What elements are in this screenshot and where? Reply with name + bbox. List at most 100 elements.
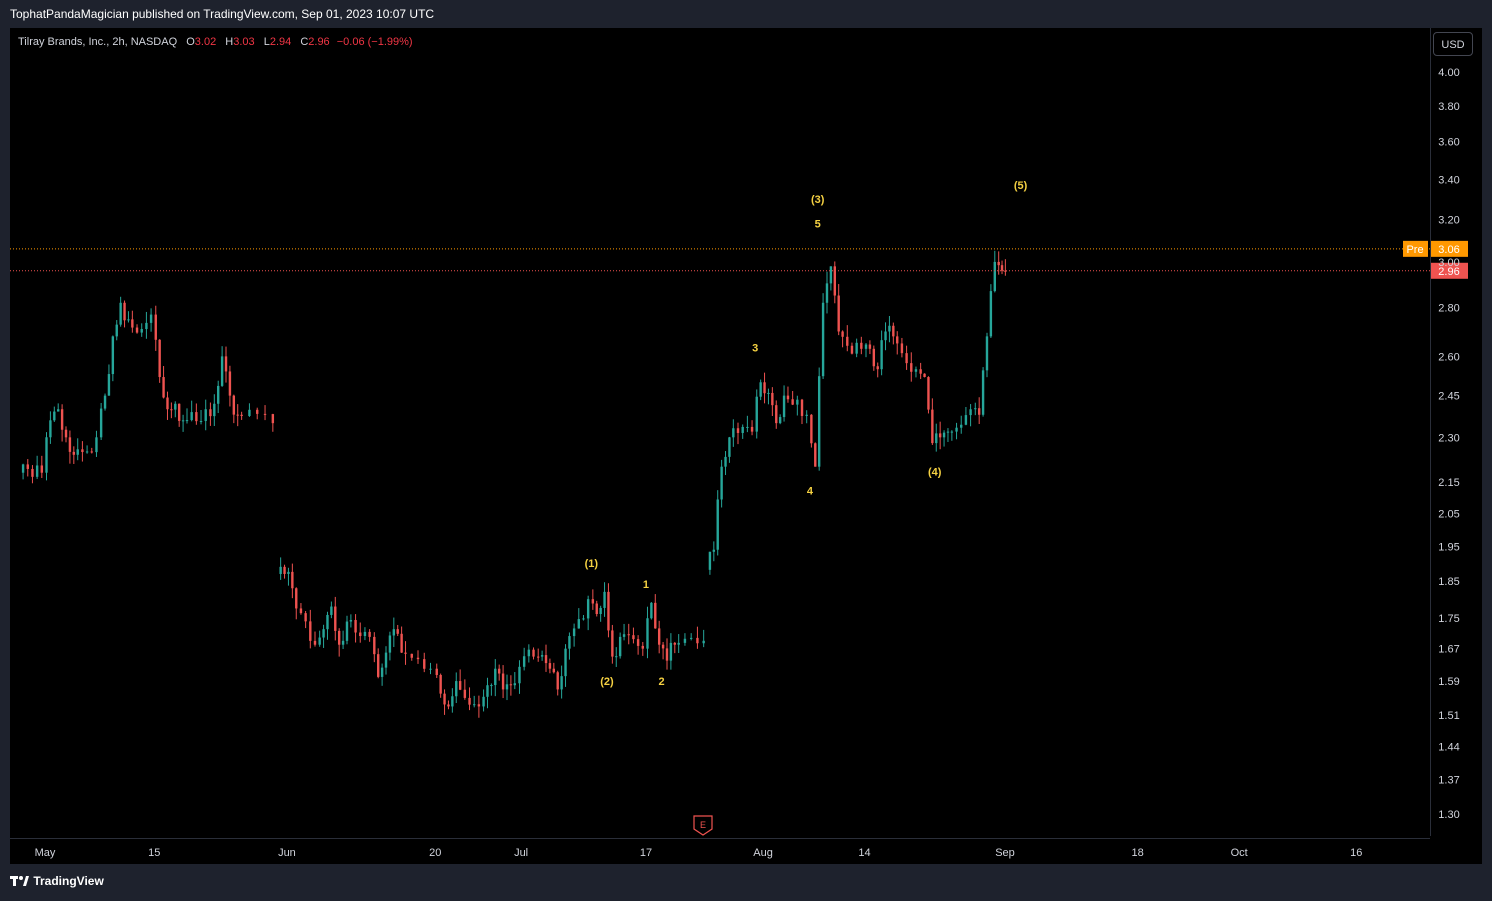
candle-body xyxy=(158,339,161,378)
candle-body xyxy=(154,314,157,340)
candle xyxy=(872,345,876,371)
candle-body xyxy=(767,392,770,394)
candle xyxy=(1004,259,1007,276)
candle-body xyxy=(64,429,68,438)
tradingview-brand: TradingView xyxy=(33,874,104,888)
candle-body xyxy=(127,319,130,321)
candle-body xyxy=(969,409,972,416)
candle xyxy=(665,638,669,670)
candle-body xyxy=(497,668,501,674)
candle-body xyxy=(905,353,908,364)
candle-body xyxy=(313,640,317,645)
candle xyxy=(443,689,446,715)
candle-body xyxy=(228,371,232,396)
candle-body xyxy=(810,414,813,444)
candle xyxy=(85,445,89,454)
candle xyxy=(974,402,977,416)
candle xyxy=(876,362,879,378)
candle-body xyxy=(81,449,84,453)
footer: TradingView xyxy=(0,864,1492,901)
close-value: 2.96 xyxy=(308,36,330,48)
candle-body xyxy=(800,399,804,416)
candle xyxy=(603,582,606,617)
candle xyxy=(304,610,307,629)
candle xyxy=(490,683,493,696)
candle xyxy=(892,322,895,345)
candle-body xyxy=(423,659,426,669)
wave-label: (5) xyxy=(1014,180,1028,192)
candle-body xyxy=(997,261,1000,266)
candle-body xyxy=(960,424,963,428)
candle xyxy=(977,397,981,424)
candle-body xyxy=(900,343,904,354)
candle-body xyxy=(123,302,126,321)
candle-body xyxy=(271,414,275,424)
candle-body xyxy=(309,621,312,641)
candle-body xyxy=(174,403,177,410)
candle-body xyxy=(736,428,740,433)
candlestick-chart[interactable]: Pre 3.062.96 (1)(2)1234(3)5(4)(5) 4.003.8… xyxy=(0,0,1492,901)
candle xyxy=(673,641,676,654)
candle xyxy=(107,364,111,396)
candle xyxy=(985,332,989,378)
candle-body xyxy=(702,640,705,644)
candle-body xyxy=(388,635,392,653)
candle xyxy=(888,315,891,343)
candle xyxy=(540,650,544,661)
candle-body xyxy=(363,631,367,637)
candle-body xyxy=(392,629,396,636)
candle-body xyxy=(349,619,353,622)
candle xyxy=(750,420,754,436)
price-scale[interactable] xyxy=(1430,28,1482,836)
candle-body xyxy=(458,681,462,690)
candle-body xyxy=(950,431,954,433)
candle-body xyxy=(494,668,497,686)
candle xyxy=(522,647,526,671)
candle xyxy=(31,465,34,484)
candle xyxy=(841,330,844,348)
candle-body xyxy=(240,414,243,416)
candle xyxy=(868,340,872,355)
earnings-marker[interactable]: E xyxy=(693,815,713,836)
candle xyxy=(103,393,107,411)
candle xyxy=(111,335,115,382)
candle-body xyxy=(759,382,762,397)
candle-body xyxy=(326,614,329,630)
candle-body xyxy=(964,415,968,425)
candle-body xyxy=(595,603,598,614)
candle xyxy=(548,658,552,674)
candle-body xyxy=(993,261,996,292)
candle-body xyxy=(977,408,981,415)
candle xyxy=(564,644,567,687)
candle-body xyxy=(287,571,290,574)
high-value: 3.03 xyxy=(233,36,255,48)
symbol-legend: Tilray Brands, Inc., 2h, NASDAQ O3.02 H3… xyxy=(18,34,413,50)
candle-body xyxy=(880,340,883,370)
candle xyxy=(410,653,413,661)
candle xyxy=(864,343,868,358)
candle-body xyxy=(473,704,476,706)
candle xyxy=(716,490,719,556)
currency-button[interactable]: USD xyxy=(1433,32,1473,56)
candle xyxy=(611,624,614,664)
candle xyxy=(829,266,833,291)
candle-body xyxy=(90,451,93,453)
candle xyxy=(236,404,239,427)
candle-body xyxy=(337,630,341,645)
candle-body xyxy=(384,652,388,668)
candle xyxy=(654,594,657,629)
candles-layer xyxy=(21,250,1007,718)
candle xyxy=(746,415,749,433)
candle xyxy=(199,409,203,425)
time-scale[interactable] xyxy=(10,838,1430,864)
candle-body xyxy=(21,464,25,473)
candle xyxy=(981,367,985,417)
wave-label: 1 xyxy=(643,579,649,591)
candle xyxy=(131,310,134,333)
candle-body xyxy=(40,465,44,473)
candle xyxy=(309,609,312,649)
candle xyxy=(728,436,731,463)
candle xyxy=(544,644,548,672)
candle xyxy=(755,389,758,439)
tradingview-logo[interactable]: TradingView xyxy=(10,874,104,888)
